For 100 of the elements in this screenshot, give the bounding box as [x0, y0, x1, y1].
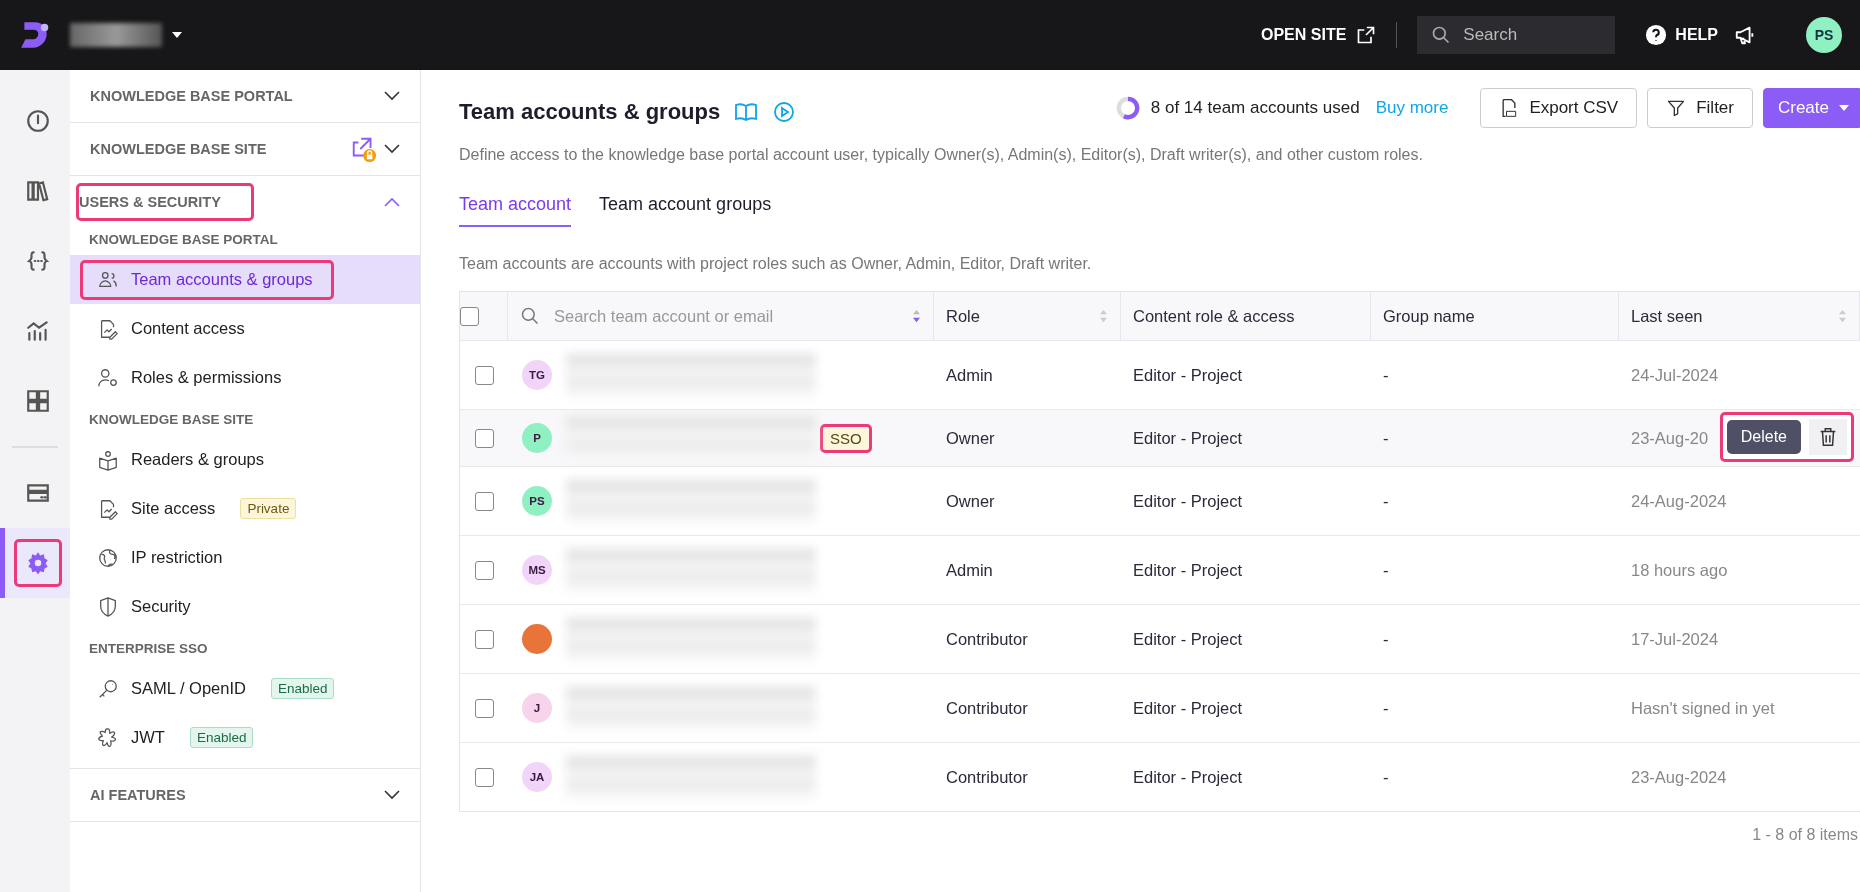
table-cell: 18 hours ago: [1631, 560, 1728, 580]
megaphone-icon[interactable]: [1734, 24, 1756, 46]
redacted-workspace-name[interactable]: [70, 23, 162, 47]
table-cell-text: -: [1382, 697, 1390, 719]
table-cell-text: -: [1382, 490, 1390, 512]
page-title: Team accounts & groups: [459, 99, 721, 125]
row-checkbox[interactable]: [474, 365, 494, 385]
sidebar-item[interactable]: SAML / OpenID: [80, 668, 267, 709]
table-cell-text: Editor - Project: [1132, 427, 1244, 449]
chevron-icon[interactable]: [384, 144, 400, 154]
table-cell-text: Owner: [945, 490, 996, 512]
caret-icon: [1839, 105, 1849, 111]
apps-icon: [24, 388, 51, 414]
section-header[interactable]: KNOWLEDGE BASE PORTAL: [87, 79, 302, 113]
chart-icon: [24, 318, 51, 344]
table-cell-text: Editor - Project: [1132, 697, 1244, 719]
column-header[interactable]: Content role & access: [1133, 306, 1295, 326]
table-cell-text: Editor - Project: [1132, 628, 1244, 650]
table-cell-text: Editor - Project: [1132, 559, 1244, 581]
row-checkbox[interactable]: [474, 698, 494, 718]
avatar: P: [522, 423, 552, 453]
column-header[interactable]: Group name: [1383, 306, 1475, 326]
column-header[interactable]: Role: [946, 306, 980, 326]
table-cell-text: -: [1382, 559, 1390, 581]
table-cell-text: Admin: [945, 364, 994, 386]
usage-text: 8 of 14 team accounts used: [1150, 98, 1360, 118]
sort-icon[interactable]: [912, 309, 921, 323]
pagination-text: 1 - 8 of 8 items: [1751, 825, 1859, 844]
row-checkbox[interactable]: [474, 767, 494, 787]
book-icon[interactable]: [734, 100, 759, 124]
table-search-field[interactable]: Search team account or email: [552, 305, 856, 327]
play-icon[interactable]: [772, 100, 797, 124]
help-icon[interactable]: [1645, 24, 1668, 46]
books-icon: [24, 178, 51, 204]
filter-icon: [1666, 98, 1687, 118]
table-cell-text: Admin: [945, 559, 994, 581]
sidebar-item[interactable]: IP restriction: [80, 537, 244, 578]
group-title: ENTERPRISE SSO: [88, 640, 209, 658]
table-cell: 23-Aug-2024: [1631, 767, 1727, 787]
sidebar-item[interactable]: Roles & permissions: [80, 357, 303, 398]
table-cell: 24-Jul-2024: [1631, 365, 1719, 385]
delete-tooltip: Delete: [1726, 420, 1801, 454]
caret-icon[interactable]: [172, 32, 182, 38]
sidebar-item[interactable]: Site access: [80, 488, 237, 529]
section-header[interactable]: AI FEATURES: [87, 778, 195, 812]
search-icon: [520, 306, 540, 326]
sidebar-item[interactable]: Readers & groups: [80, 439, 285, 480]
delete-button[interactable]: [1809, 419, 1847, 455]
table-cell-text: Contributor: [945, 766, 1029, 788]
key-icon: [97, 677, 119, 700]
table-cell: 24-Aug-2024: [1631, 491, 1727, 511]
sidebar-item[interactable]: Content access: [80, 308, 266, 349]
tab-description: Team accounts are accounts with project roles such as Owner, Admin, Editor, Draft writer.: [459, 255, 1093, 273]
row-checkbox[interactable]: [474, 491, 494, 511]
sso-tag: SSO: [820, 423, 872, 453]
gauge-icon: [24, 108, 51, 134]
table-cell: 23-Aug-20: [1631, 428, 1709, 448]
avatar: JA: [522, 762, 552, 792]
external-link-icon[interactable]: [1356, 25, 1377, 45]
export-button[interactable]: Export CSV: [1480, 88, 1638, 128]
table-cell-text: Editor - Project: [1132, 766, 1244, 788]
user-avatar[interactable]: PS: [1806, 17, 1842, 53]
row-checkbox[interactable]: [474, 560, 494, 580]
chevron-icon[interactable]: [384, 91, 400, 101]
rail-nav-item[interactable]: [0, 528, 70, 598]
table-cell-text: -: [1382, 427, 1390, 449]
shield-icon: [97, 595, 119, 618]
open-site-link[interactable]: OPEN SITE: [1260, 26, 1347, 44]
group-title: KNOWLEDGE BASE SITE: [88, 411, 255, 429]
status-tag: Enabled: [189, 727, 254, 748]
status-tag: Private: [240, 498, 297, 519]
table-cell-text: -: [1382, 364, 1390, 386]
usage-ring: [1114, 95, 1141, 121]
avatar: TG: [522, 360, 552, 390]
avatar: MS: [522, 555, 552, 585]
sidebar-item[interactable]: Security: [80, 586, 212, 627]
avatar: J: [522, 693, 552, 723]
row-checkbox[interactable]: [474, 629, 494, 649]
chevron-icon[interactable]: [384, 790, 400, 800]
search-field[interactable]: Search: [1417, 16, 1616, 54]
sidebar-item[interactable]: Team accounts & groups: [80, 259, 334, 300]
table-cell-text: Editor - Project: [1132, 490, 1244, 512]
sidebar-item[interactable]: JWT: [80, 717, 186, 758]
row-checkbox[interactable]: [474, 428, 494, 448]
globe-icon: [97, 546, 119, 569]
external-lock-icon[interactable]: [350, 135, 378, 163]
filter-button[interactable]: Filter: [1647, 88, 1753, 128]
tab[interactable]: Team account groups: [599, 194, 772, 227]
column-header[interactable]: Last seen: [1631, 306, 1703, 326]
status-tag: Enabled: [270, 678, 335, 699]
create-button[interactable]: Create: [1762, 88, 1860, 128]
section-header[interactable]: KNOWLEDGE BASE SITE: [87, 132, 276, 166]
help-link[interactable]: HELP: [1675, 26, 1718, 44]
table-cell: 17-Jul-2024: [1631, 629, 1719, 649]
table-cell-text: -: [1382, 766, 1390, 788]
tab[interactable]: Team account: [459, 194, 572, 227]
select-all-checkbox[interactable]: [460, 306, 479, 326]
page-description: Define access to the knowledge base portal account user, typically Owner(s), Admin(s), Editor(s), Draft writer(s), and other custom roles.: [459, 146, 1424, 164]
table-cell-text: -: [1382, 628, 1390, 650]
user-gear-icon: [97, 366, 119, 389]
